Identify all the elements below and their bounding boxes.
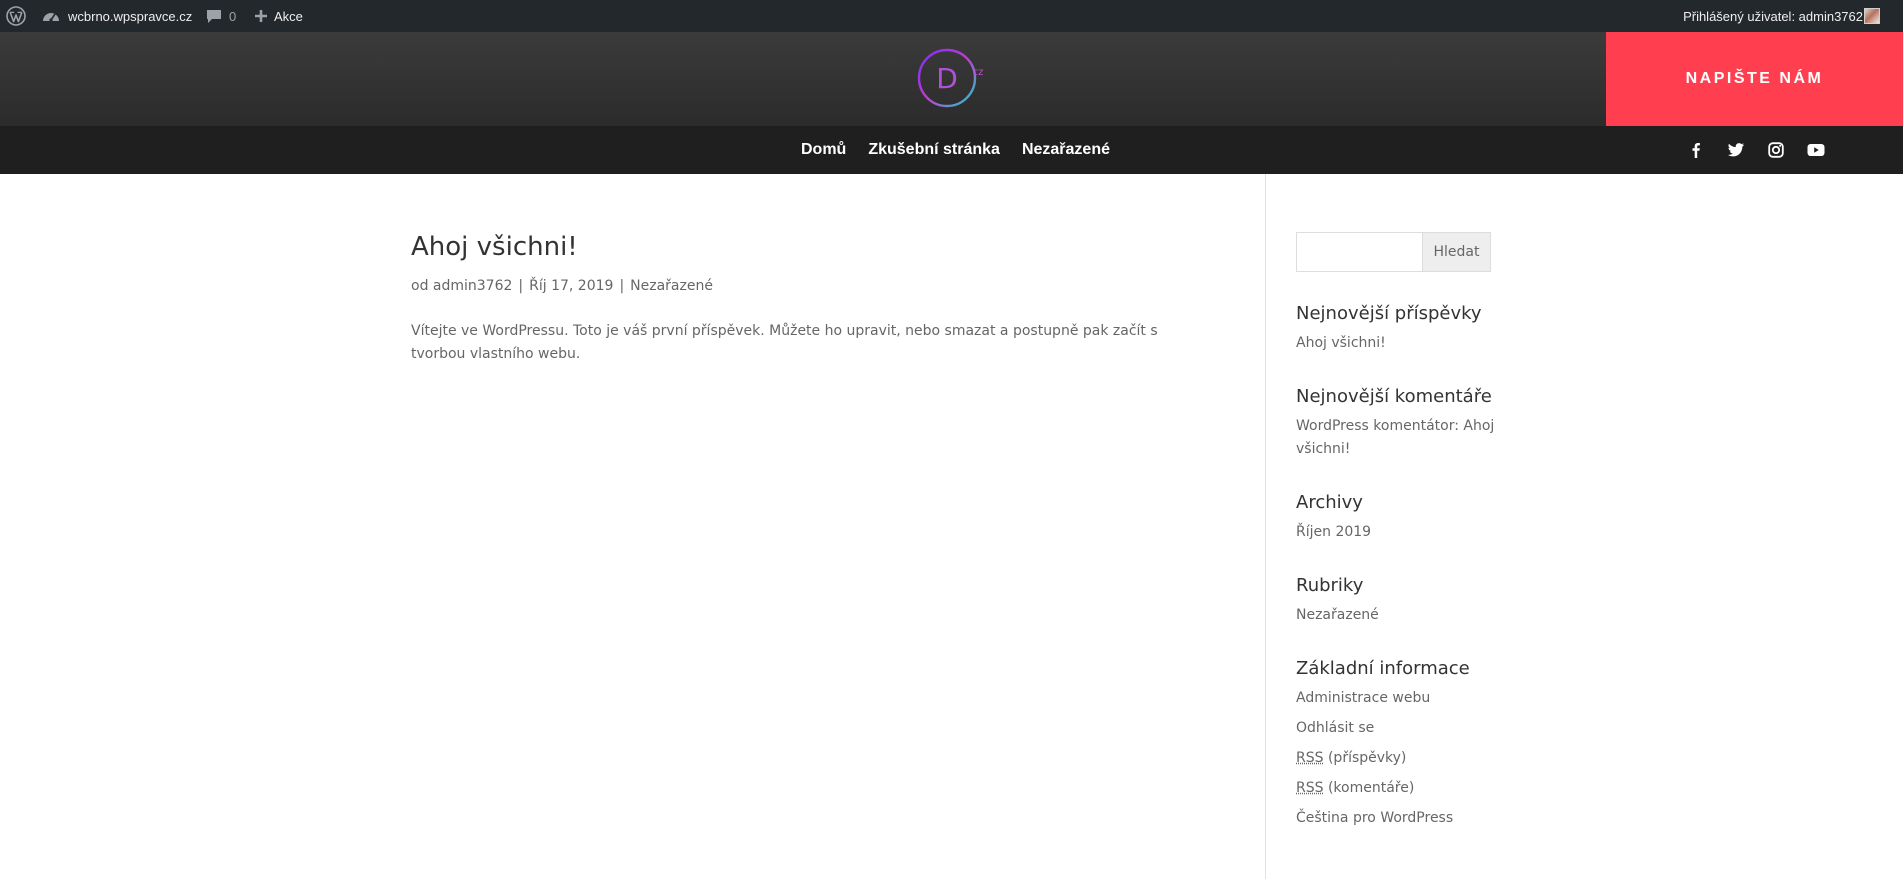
rss-posts-link[interactable]: RSS (příspěvky)	[1296, 747, 1506, 770]
comments-count: 0	[229, 8, 237, 24]
dashboard-icon	[42, 9, 60, 23]
my-account-menu[interactable]: Přihlášený uživatel: admin3762	[1683, 0, 1863, 32]
sidebar-divider	[1265, 174, 1266, 879]
logo-letter: D	[936, 62, 958, 95]
site-name-menu[interactable]: wcbrno.wpspravce.cz	[42, 0, 192, 32]
instagram-icon[interactable]	[1764, 138, 1788, 162]
meta-separator: |	[619, 278, 625, 294]
contact-us-button[interactable]: NAPIŠTE NÁM	[1606, 32, 1903, 126]
search-button[interactable]: Hledat	[1422, 232, 1491, 272]
site-admin-link[interactable]: Administrace webu	[1296, 687, 1506, 710]
menu-item-sample-page[interactable]: Zkušební stránka	[868, 141, 1000, 159]
rss-abbr: RSS	[1296, 780, 1324, 796]
avatar[interactable]	[1864, 8, 1880, 24]
plus-icon	[254, 9, 268, 23]
menu-item-home[interactable]: Domů	[801, 141, 846, 159]
social-icons	[1684, 138, 1844, 162]
comments-link[interactable]: 0	[206, 0, 236, 32]
comment-bubble-icon	[206, 9, 222, 24]
post-author-link[interactable]: admin3762	[433, 278, 513, 294]
new-content-label: Akce	[274, 8, 303, 24]
logout-link[interactable]: Odhlásit se	[1296, 717, 1506, 740]
widget-recent-comments: Nejnovější komentáře WordPress komentáto…	[1296, 385, 1506, 461]
post-date: Říj 17, 2019	[529, 278, 614, 294]
post-meta-prefix: od	[411, 278, 429, 294]
post-meta: od admin3762 | Říj 17, 2019 | Nezařazené	[411, 276, 1171, 296]
widget-title: Základní informace	[1296, 658, 1470, 679]
post-excerpt: Vítejte ve WordPressu. Toto je váš první…	[411, 323, 1158, 362]
widget-categories: Rubriky Nezařazené	[1296, 574, 1506, 627]
new-content-menu[interactable]: Akce	[254, 0, 303, 32]
meta-separator: |	[518, 278, 524, 294]
category-link[interactable]: Nezařazené	[1296, 604, 1506, 627]
twitter-icon[interactable]	[1724, 138, 1748, 162]
search-form: Hledat	[1296, 232, 1491, 272]
main-header: D cz NAPIŠTE NÁM	[0, 32, 1903, 126]
youtube-icon[interactable]	[1804, 138, 1828, 162]
facebook-icon[interactable]	[1684, 138, 1708, 162]
main-content: Ahoj všichni! od admin3762 | Říj 17, 2019 |…	[0, 174, 1903, 888]
wordpress-icon	[6, 6, 26, 26]
recent-comment-link[interactable]: WordPress komentátor: Ahoj všichni!	[1296, 415, 1506, 461]
rss-comments-label: (komentáře)	[1327, 780, 1415, 796]
sidebar: Hledat Nejnovější příspěvky Ahoj všichni…	[1296, 232, 1506, 837]
widget-title: Rubriky	[1296, 575, 1364, 596]
widget-meta: Základní informace Administrace webu Odh…	[1296, 657, 1506, 830]
widget-archives: Archivy Říjen 2019	[1296, 491, 1506, 544]
archive-link[interactable]: Říjen 2019	[1296, 521, 1506, 544]
post-title[interactable]: Ahoj všichni!	[411, 230, 1171, 264]
search-input[interactable]	[1296, 232, 1422, 272]
primary-nav: Domů Zkušební stránka Nezařazené	[0, 126, 1903, 174]
post-category-link[interactable]: Nezařazené	[630, 278, 713, 294]
account-label: Přihlášený uživatel: admin3762	[1683, 8, 1863, 24]
recent-post-link[interactable]: Ahoj všichni!	[1296, 332, 1506, 355]
logo-suffix: cz	[973, 67, 984, 78]
widget-recent-posts: Nejnovější příspěvky Ahoj všichni!	[1296, 302, 1506, 355]
rss-posts-label: (příspěvky)	[1327, 750, 1407, 766]
wp-logo-menu[interactable]	[6, 0, 32, 32]
widget-title: Archivy	[1296, 492, 1363, 513]
post-article: Ahoj všichni! od admin3762 | Říj 17, 2019 |…	[411, 230, 1171, 366]
site-name-label: wcbrno.wpspravce.cz	[68, 8, 193, 24]
primary-menu: Domů Zkušební stránka Nezařazené	[0, 126, 1903, 174]
menu-item-uncategorized[interactable]: Nezařazené	[1022, 141, 1110, 159]
wordpress-cz-link[interactable]: Čeština pro WordPress	[1296, 807, 1506, 830]
site-logo[interactable]: D cz	[912, 44, 986, 110]
admin-bar: wcbrno.wpspravce.cz 0 Akce Přihlášený už…	[0, 0, 1903, 32]
widget-title: Nejnovější komentáře	[1296, 386, 1492, 407]
widget-title: Nejnovější příspěvky	[1296, 303, 1482, 324]
rss-comments-link[interactable]: RSS (komentáře)	[1296, 777, 1506, 800]
rss-abbr: RSS	[1296, 750, 1324, 766]
